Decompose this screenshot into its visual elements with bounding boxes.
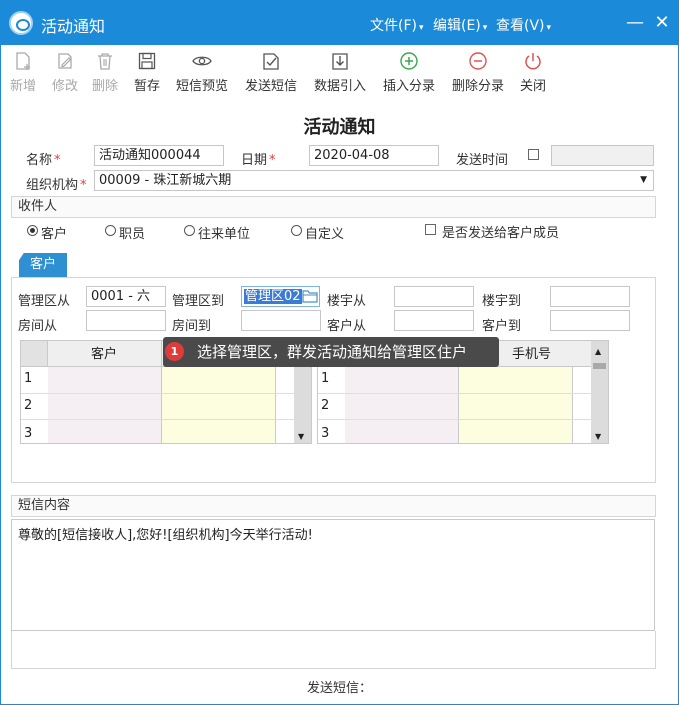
radio-customer-label: 客户 xyxy=(41,227,68,242)
building-to-field[interactable] xyxy=(550,286,630,307)
form-title: 活动通知 xyxy=(303,117,376,138)
sms-section-header: 短信内容 xyxy=(11,495,656,517)
menu-view[interactable]: 查看(V) ▾ xyxy=(496,15,551,35)
customer-from-label: 客户从 xyxy=(327,319,367,334)
send-time-field[interactable] xyxy=(551,145,654,166)
customer-column-header: 客户 xyxy=(91,347,118,362)
radio-partner-label: 往来单位 xyxy=(198,227,251,242)
radio-custom[interactable] xyxy=(291,225,302,236)
menu-edit[interactable]: 编辑(E) ▾ xyxy=(433,15,487,35)
phone-column-header: 手机号 xyxy=(512,347,552,362)
save-draft-button[interactable]: 暂存 xyxy=(134,51,160,94)
sms-status-label: 发送短信： xyxy=(306,681,372,696)
edit-icon xyxy=(58,53,72,69)
date-field[interactable]: 2020-04-08 xyxy=(309,145,439,166)
edit-button[interactable]: 修改 xyxy=(52,51,78,94)
minus-circle-icon xyxy=(469,52,487,70)
radio-customer[interactable] xyxy=(27,225,38,236)
org-select-value: 00009 - 珠江新城六期 xyxy=(99,173,232,188)
room-to-label: 房间到 xyxy=(172,319,212,334)
building-to-label: 楼宇到 xyxy=(482,294,522,309)
save-icon xyxy=(138,52,156,70)
send-to-members-label: 是否发送给客户成员 xyxy=(442,226,560,241)
grid-row-number: 1 xyxy=(321,371,330,386)
send-time-label: 发送时间 xyxy=(456,153,509,168)
customer-to-label: 客户到 xyxy=(482,319,522,334)
scroll-down-icon[interactable]: ▼ xyxy=(298,432,304,441)
eye-icon xyxy=(192,56,212,66)
tab-customer[interactable]: 客户 xyxy=(19,253,67,277)
scroll-thumb[interactable] xyxy=(593,363,606,369)
mgmt-to-field-value: 管理区02 xyxy=(244,289,302,304)
sms-content-field[interactable]: 尊敬的[短信接收人],您好![组织机构]今天举行活动! xyxy=(11,519,655,631)
grid-row-number: 2 xyxy=(321,398,330,413)
scroll-down-icon[interactable]: ▼ xyxy=(595,432,601,441)
minimize-button[interactable]: — xyxy=(625,11,645,35)
close-window-button[interactable]: ✕ xyxy=(652,11,672,35)
grid-row-number: 2 xyxy=(24,398,33,413)
mgmt-from-field[interactable]: 0001 - 六 xyxy=(86,286,166,307)
caret-down-icon: ▾ xyxy=(546,23,552,33)
close-button[interactable]: 关闭 xyxy=(520,51,546,94)
mgmt-to-label: 管理区到 xyxy=(172,294,225,309)
org-label: 组织机构 * xyxy=(26,178,87,193)
menu-file[interactable]: 文件(F) ▾ xyxy=(370,15,424,35)
delete-button[interactable]: 删除 xyxy=(92,51,118,94)
radio-staff-label: 职员 xyxy=(119,227,146,242)
power-icon xyxy=(525,53,541,70)
recipients-section-header: 收件人 xyxy=(11,196,656,218)
window: 活动通知 文件(F) ▾ 编辑(E) ▾ 查看(V) ▾ — ✕ 新增 修改 删除 暂… xyxy=(0,0,679,705)
phone-grid-scrollbar[interactable]: ▲ ▼ xyxy=(591,341,608,443)
building-from-label: 楼宇从 xyxy=(327,294,367,309)
room-from-label: 房间从 xyxy=(18,319,58,334)
grid-row-number: 3 xyxy=(24,426,33,441)
toolbar: 新增 修改 删除 暂存 短信预览 发送短信 数据引入 插入分录 删除分录 关闭 xyxy=(1,45,678,101)
trash-icon xyxy=(98,53,112,70)
dropdown-arrow-icon: ▼ xyxy=(640,175,647,185)
plus-circle-icon xyxy=(400,52,418,70)
new-button[interactable]: 新增 xyxy=(10,51,36,94)
send-to-members-checkbox[interactable] xyxy=(425,224,436,235)
folder-icon[interactable] xyxy=(302,289,318,303)
radio-staff[interactable] xyxy=(105,225,116,236)
scroll-up-icon[interactable]: ▲ xyxy=(595,347,601,356)
customer-from-field[interactable] xyxy=(394,310,474,331)
grid-row-number: 3 xyxy=(321,426,330,441)
caret-down-icon: ▾ xyxy=(418,23,424,33)
new-doc-icon xyxy=(16,52,30,70)
room-to-field[interactable] xyxy=(241,310,321,331)
customer-to-field[interactable] xyxy=(550,310,630,331)
sms-preview-button[interactable]: 短信预览 xyxy=(176,51,228,94)
window-title: 活动通知 xyxy=(41,17,106,36)
send-time-checkbox[interactable] xyxy=(528,149,539,160)
app-logo-icon xyxy=(9,11,33,35)
step-badge: 1 xyxy=(165,342,184,361)
mgmt-to-field[interactable]: 管理区02 xyxy=(241,286,320,307)
send-sms-button[interactable]: 发送短信 xyxy=(245,51,297,94)
import-icon xyxy=(332,53,348,70)
mgmt-from-label: 管理区从 xyxy=(18,294,71,309)
caret-down-icon: ▾ xyxy=(482,23,488,33)
org-select[interactable]: 00009 - 珠江新城六期 ▼ xyxy=(94,170,654,191)
guide-tooltip: 选择管理区，群发活动通知给管理区住户 xyxy=(163,337,499,367)
delete-entry-button[interactable]: 删除分录 xyxy=(452,51,504,94)
title-bar: 活动通知 文件(F) ▾ 编辑(E) ▾ 查看(V) ▾ — ✕ xyxy=(1,1,678,45)
radio-partner[interactable] xyxy=(184,225,195,236)
sms-section-footer xyxy=(11,631,656,669)
date-label: 日期 * xyxy=(241,153,276,168)
radio-custom-label: 自定义 xyxy=(305,227,345,242)
send-check-icon xyxy=(263,53,279,70)
name-field[interactable]: 活动通知000044 xyxy=(94,145,224,166)
insert-entry-button[interactable]: 插入分录 xyxy=(383,51,435,94)
building-from-field[interactable] xyxy=(394,286,474,307)
room-from-field[interactable] xyxy=(86,310,166,331)
data-import-button[interactable]: 数据引入 xyxy=(314,51,366,94)
grid-row-number: 1 xyxy=(24,371,33,386)
name-label: 名称 * xyxy=(26,153,61,168)
